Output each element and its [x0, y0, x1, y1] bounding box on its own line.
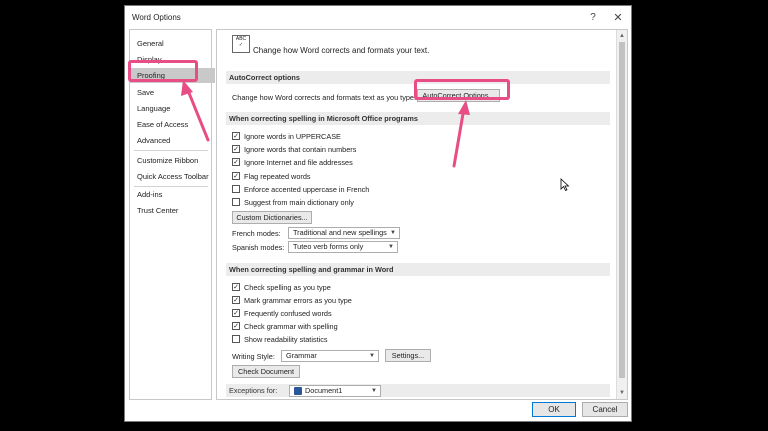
sidebar-divider: [134, 150, 208, 151]
proofing-highlight-box: [128, 60, 198, 82]
window-title: Word Options: [132, 13, 181, 22]
option-label: Frequently confused words: [244, 309, 332, 318]
word-options-dialog: Word Options ? ✕ General Display Proofin…: [124, 5, 632, 422]
option-label: Suggest from main dictionary only: [244, 198, 354, 207]
option-label: Check grammar with spelling: [244, 322, 338, 331]
sidebar-item-language[interactable]: Language: [130, 101, 211, 116]
mouse-cursor-icon: [560, 178, 570, 192]
panel-header: Change how Word corrects and formats you…: [253, 46, 430, 55]
checkbox-ignore-uppercase[interactable]: ✓: [232, 132, 240, 140]
section-office-spelling: When correcting spelling in Microsoft Of…: [226, 112, 610, 125]
sidebar: General Display Proofing Save Language E…: [129, 29, 215, 400]
chevron-down-icon: ▼: [390, 230, 396, 236]
sidebar-item-customize-ribbon[interactable]: Customize Ribbon: [130, 153, 211, 168]
sidebar-item-general[interactable]: General: [130, 36, 211, 51]
sidebar-item-trust-center[interactable]: Trust Center: [130, 203, 211, 218]
ok-button[interactable]: OK: [532, 402, 576, 417]
french-modes-label: French modes:: [232, 229, 281, 238]
checkbox-ignore-numbers[interactable]: ✓: [232, 145, 240, 153]
section-exceptions: Exceptions for:: [226, 384, 610, 397]
section-word-spelling: When correcting spelling and grammar in …: [226, 263, 610, 276]
checkbox-enforce-accented[interactable]: [232, 185, 240, 193]
checkbox-main-dictionary[interactable]: [232, 198, 240, 206]
title-bar: Word Options ? ✕: [125, 6, 631, 30]
chevron-down-icon: ▼: [388, 244, 394, 250]
chevron-down-icon: ▼: [369, 353, 375, 359]
option-label: Show readability statistics: [244, 335, 328, 344]
settings-button[interactable]: Settings...: [385, 349, 431, 362]
sidebar-item-add-ins[interactable]: Add-ins: [130, 187, 211, 202]
checkbox-ignore-internet[interactable]: ✓: [232, 158, 240, 166]
spanish-modes-select[interactable]: Tuteo verb forms only ▼: [288, 241, 398, 253]
sidebar-item-advanced[interactable]: Advanced: [130, 133, 211, 148]
option-label: Ignore Internet and file addresses: [244, 158, 353, 167]
cancel-button[interactable]: Cancel: [582, 402, 628, 417]
close-icon[interactable]: ✕: [609, 10, 627, 26]
option-label: Check spelling as you type: [244, 283, 331, 292]
sidebar-item-save[interactable]: Save: [130, 85, 211, 100]
scroll-down-icon[interactable]: ▼: [618, 389, 626, 397]
word-document-icon: [294, 387, 302, 396]
autocorrect-description: Change how Word corrects and formats tex…: [232, 93, 416, 102]
sidebar-item-ease-of-access[interactable]: Ease of Access: [130, 117, 211, 132]
option-label: Flag repeated words: [244, 172, 311, 181]
writing-style-label: Writing Style:: [232, 352, 275, 361]
option-label: Enforce accented uppercase in French: [244, 185, 370, 194]
checkbox-check-grammar[interactable]: ✓: [232, 322, 240, 330]
check-document-button[interactable]: Check Document: [232, 365, 300, 378]
option-label: Ignore words that contain numbers: [244, 145, 357, 154]
checkbox-check-spelling[interactable]: ✓: [232, 283, 240, 291]
checkbox-readability[interactable]: [232, 335, 240, 343]
help-button[interactable]: ?: [584, 10, 602, 26]
checkbox-confused-words[interactable]: ✓: [232, 309, 240, 317]
abc-spellcheck-icon: ABC ✓: [232, 35, 250, 53]
scrollbar[interactable]: ▲ ▼: [616, 30, 627, 399]
spanish-modes-label: Spanish modes:: [232, 243, 285, 252]
french-modes-select[interactable]: Traditional and new spellings ▼: [288, 227, 400, 239]
exceptions-select[interactable]: Document1 ▼: [289, 385, 381, 397]
option-label: Mark grammar errors as you type: [244, 296, 352, 305]
checkbox-mark-grammar[interactable]: ✓: [232, 296, 240, 304]
writing-style-select[interactable]: Grammar ▼: [281, 350, 379, 362]
option-label: Ignore words in UPPERCASE: [244, 132, 341, 141]
scroll-up-icon[interactable]: ▲: [618, 32, 626, 40]
checkbox-flag-repeated[interactable]: ✓: [232, 172, 240, 180]
chevron-down-icon: ▼: [371, 388, 377, 394]
custom-dictionaries-button[interactable]: Custom Dictionaries...: [232, 211, 312, 224]
scrollbar-thumb[interactable]: [619, 42, 625, 378]
autocorrect-highlight-box: [414, 79, 510, 100]
sidebar-item-quick-access-toolbar[interactable]: Quick Access Toolbar: [130, 169, 211, 184]
